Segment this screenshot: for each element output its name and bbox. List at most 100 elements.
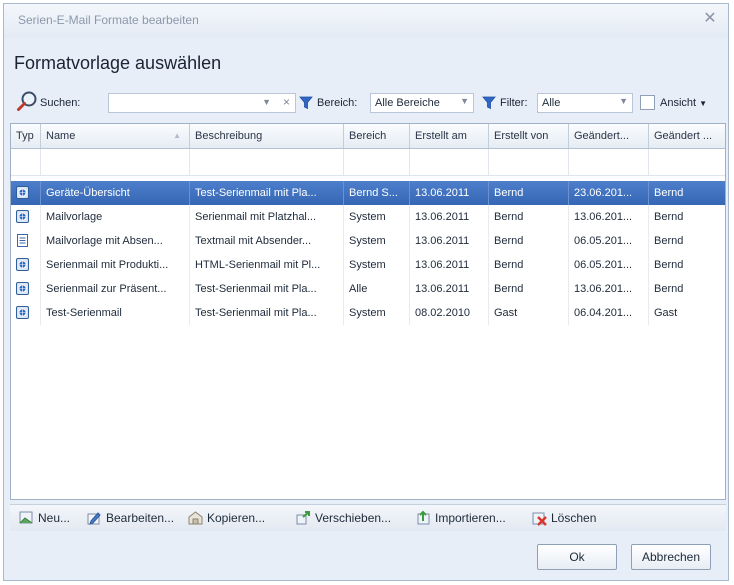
close-icon[interactable]: ✕ [702, 11, 718, 27]
cell-name: Serienmail zur Präsent... [41, 277, 190, 301]
cell-name: Mailvorlage [41, 205, 190, 229]
cell-erstellt-am: 13.06.2011 [410, 277, 489, 301]
html-mail-icon [16, 210, 29, 223]
cell-erstellt-von: Bernd [489, 277, 569, 301]
cell-erstellt-von: Gast [489, 301, 569, 325]
cell-erstellt-am: 13.06.2011 [410, 253, 489, 277]
cell-bereich: System [344, 301, 410, 325]
cell-beschreibung: HTML-Serienmail mit Pl... [190, 253, 344, 277]
cell-typ [11, 205, 41, 229]
filter-label: Filter: [500, 97, 528, 109]
cell-erstellt-am: 13.06.2011 [410, 229, 489, 253]
cell-geaendert-von: Bernd [654, 235, 684, 247]
column-header-geaendert-von[interactable]: Geändert ... [649, 124, 725, 148]
table-row[interactable]: Geräte-Übersicht Test-Serienmail mit Pla.… [11, 181, 725, 205]
table-row[interactable]: Serienmail mit Produkti... HTML-Serienmai… [11, 253, 725, 277]
grid-filter-row[interactable] [11, 149, 725, 176]
copy-icon [188, 511, 203, 525]
title-bar[interactable]: Serien-E-Mail Formate bearbeiten ✕ [4, 4, 728, 38]
cell-geaendert-von: Gast [654, 307, 678, 319]
grid-header: Typ Name ▲ Beschreibung Bereich Erstellt … [11, 124, 725, 149]
cell-erstellt-von: Bernd [489, 253, 569, 277]
filter-select[interactable]: Alle ▼ [537, 93, 633, 113]
html-mail-icon [16, 186, 29, 199]
column-header-erstellt-am[interactable]: Erstellt am [410, 124, 489, 148]
template-grid: Typ Name ▲ Beschreibung Bereich Erstellt … [10, 123, 726, 500]
cell-name: Geräte-Übersicht [41, 181, 190, 205]
edit-button[interactable]: Bearbeiten... [84, 509, 174, 527]
table-row[interactable]: Test-Serienmail Test-Serienmail mit Pla..… [11, 301, 725, 325]
cell-bereich: Bernd S... [344, 181, 410, 205]
bereich-select[interactable]: Alle Bereiche ▼ [370, 93, 474, 113]
cell-erstellt-von: Bernd [489, 181, 569, 205]
ok-button[interactable]: Ok [537, 544, 617, 570]
cell-beschreibung: Test-Serienmail mit Pla... [190, 277, 344, 301]
html-mail-icon [16, 258, 29, 271]
cell-geaendert-am: 06.05.201... [569, 253, 649, 277]
cell-erstellt-am: 08.02.2010 [410, 301, 489, 325]
delete-button[interactable]: Löschen [529, 509, 596, 527]
cell-erstellt-von: Bernd [489, 229, 569, 253]
cell-geaendert-von: Bernd [654, 283, 684, 295]
ansicht-checkbox[interactable] [640, 95, 655, 110]
move-button[interactable]: Verschieben... [293, 509, 391, 527]
ansicht-menu[interactable]: Ansicht ▼ [660, 97, 707, 109]
new-button[interactable]: Neu... [16, 509, 70, 527]
cancel-button[interactable]: Abbrechen [631, 544, 711, 570]
dialog-window: Serien-E-Mail Formate bearbeiten ✕ Forma… [3, 3, 729, 581]
html-mail-icon [16, 306, 29, 319]
cell-geaendert-von: Bernd [654, 259, 684, 271]
column-header-erstellt-von[interactable]: Erstellt von [489, 124, 569, 148]
cell-geaendert-am: 13.06.201... [569, 277, 649, 301]
cell-beschreibung: Serienmail mit Platzhal... [190, 205, 344, 229]
cell-typ [11, 277, 41, 301]
table-row[interactable]: Mailvorlage Serienmail mit Platzhal... Sys… [11, 205, 725, 229]
cell-beschreibung: Test-Serienmail mit Pla... [190, 181, 344, 205]
cell-name: Serienmail mit Produkti... [41, 253, 190, 277]
text-mail-icon [17, 234, 28, 247]
column-header-geaendert-am[interactable]: Geändert... [569, 124, 649, 148]
column-header-beschreibung[interactable]: Beschreibung [190, 124, 344, 148]
import-icon [417, 510, 430, 525]
cell-erstellt-am: 13.06.2011 [410, 181, 489, 205]
new-document-icon [19, 511, 33, 524]
window-title: Serien-E-Mail Formate bearbeiten [18, 13, 199, 27]
table-row[interactable]: Mailvorlage mit Absen... Textmail mit Abs… [11, 229, 725, 253]
column-header-bereich[interactable]: Bereich [344, 124, 410, 148]
delete-icon [532, 512, 547, 526]
clear-icon[interactable]: × [283, 95, 290, 109]
edit-icon [87, 512, 101, 525]
cell-beschreibung: Test-Serienmail mit Pla... [190, 301, 344, 325]
copy-button[interactable]: Kopieren... [185, 509, 265, 527]
cell-geaendert-von: Bernd [654, 187, 684, 199]
cell-geaendert-am: 13.06.201... [569, 205, 649, 229]
cell-bereich: System [344, 253, 410, 277]
cell-typ [11, 301, 41, 325]
cell-geaendert-von: Bernd [654, 211, 684, 223]
search-filter-bar: Suchen: ▼ × Bereich: Alle Bereiche ▼ Fil… [12, 91, 720, 116]
funnel-icon [299, 96, 313, 110]
magnifier-icon [17, 91, 37, 111]
cell-typ [11, 229, 41, 253]
table-row[interactable]: Serienmail zur Präsent... Test-Serienmail… [11, 277, 725, 301]
column-header-name[interactable]: Name ▲ [41, 124, 190, 148]
bereich-label: Bereich: [317, 97, 358, 109]
chevron-down-icon: ▼ [460, 96, 469, 106]
column-header-typ[interactable]: Typ [11, 124, 41, 148]
import-button[interactable]: Importieren... [413, 509, 506, 527]
chevron-down-icon: ▼ [699, 99, 708, 108]
cell-erstellt-am: 13.06.2011 [410, 205, 489, 229]
search-label: Suchen: [40, 97, 81, 109]
cell-typ [11, 181, 41, 205]
cell-bereich: System [344, 229, 410, 253]
page-title: Formatvorlage auswählen [14, 53, 222, 73]
search-input[interactable]: ▼ × [108, 93, 296, 113]
cell-name: Test-Serienmail [41, 301, 190, 325]
html-mail-icon [16, 282, 29, 295]
cell-geaendert-am: 06.04.201... [569, 301, 649, 325]
cell-name: Mailvorlage mit Absen... [41, 229, 190, 253]
cell-erstellt-von: Bernd [489, 205, 569, 229]
dropdown-arrow-icon[interactable]: ▼ [262, 97, 271, 107]
cell-geaendert-am: 06.05.201... [569, 229, 649, 253]
move-icon [296, 511, 310, 525]
